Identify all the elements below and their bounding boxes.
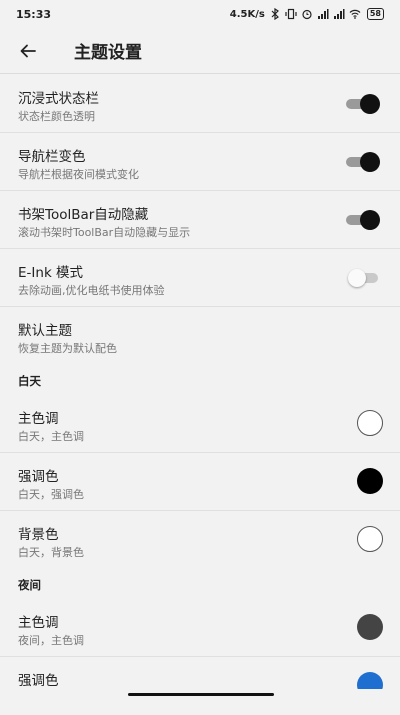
setting-navbar-color[interactable]: 导航栏变色 导航栏根据夜间模式变化 [0, 133, 400, 191]
setting-subtitle: 白天，主色调 [18, 430, 84, 443]
color-swatch[interactable] [357, 526, 383, 552]
setting-title: 主色调 [18, 615, 59, 631]
setting-subtitle: 夜间，主色调 [18, 634, 84, 647]
vibrate-icon [285, 8, 297, 20]
section-header-night: 夜间 [0, 569, 400, 599]
setting-subtitle: 去除动画,优化电纸书使用体验 [18, 284, 165, 297]
day-accent-color[interactable]: 强调色 白天，强调色 [0, 453, 400, 511]
network-speed: 4.5K/s [229, 8, 265, 20]
navbar-color-switch[interactable] [346, 152, 380, 172]
setting-subtitle: 恢复主题为默认配色 [18, 342, 117, 355]
setting-subtitle: 滚动书架时ToolBar自动隐藏与显示 [18, 226, 191, 239]
setting-immersive-statusbar[interactable]: 沉浸式状态栏 状态栏颜色透明 [0, 75, 400, 133]
setting-title: 背景色 [18, 527, 59, 543]
status-icons: 4.5K/s 58 [230, 8, 384, 20]
color-swatch[interactable] [357, 614, 383, 640]
setting-title: 导航栏变色 [18, 149, 86, 165]
setting-subtitle: 导航栏根据夜间模式变化 [18, 168, 139, 181]
toolbar-autohide-switch[interactable] [346, 210, 380, 230]
status-bar: 15:33 4.5K/s 58 [0, 0, 400, 28]
section-header-day: 白天 [0, 365, 400, 395]
alarm-icon [302, 9, 312, 20]
setting-title: 默认主题 [18, 323, 72, 339]
setting-title: E-Ink 模式 [18, 265, 84, 281]
setting-title: 书架ToolBar自动隐藏 [18, 207, 149, 223]
setting-subtitle: 白天，背景色 [18, 546, 84, 559]
setting-subtitle: 状态栏颜色透明 [18, 110, 95, 123]
setting-eink-mode[interactable]: E-Ink 模式 去除动画,优化电纸书使用体验 [0, 249, 400, 307]
signal-icon [317, 9, 329, 19]
back-button[interactable] [0, 28, 56, 74]
bluetooth-icon [271, 8, 279, 20]
setting-title: 强调色 [18, 673, 59, 689]
night-accent-color[interactable]: 强调色 [0, 657, 400, 715]
setting-title: 主色调 [18, 411, 59, 427]
eink-mode-switch[interactable] [346, 268, 380, 288]
wifi-icon [349, 9, 361, 19]
section-title: 夜间 [18, 578, 41, 592]
night-primary-color[interactable]: 主色调 夜间，主色调 [0, 599, 400, 657]
settings-list: 沉浸式状态栏 状态栏颜色透明 导航栏变色 导航栏根据夜间模式变化 书架ToolB… [0, 75, 400, 715]
arrow-left-icon [20, 44, 36, 57]
setting-toolbar-autohide[interactable]: 书架ToolBar自动隐藏 滚动书架时ToolBar自动隐藏与显示 [0, 191, 400, 249]
color-swatch[interactable] [357, 468, 383, 494]
setting-title: 强调色 [18, 469, 59, 485]
day-background-color[interactable]: 背景色 白天，背景色 [0, 511, 400, 569]
signal-icon-2 [333, 9, 345, 19]
setting-title: 沉浸式状态栏 [18, 91, 99, 107]
day-primary-color[interactable]: 主色调 白天，主色调 [0, 395, 400, 453]
page-title: 主题设置 [74, 43, 142, 63]
status-time: 15:33 [16, 7, 52, 21]
color-swatch[interactable] [357, 410, 383, 436]
app-bar: 主题设置 [0, 28, 400, 74]
setting-subtitle: 白天，强调色 [18, 488, 84, 501]
home-gesture-handle[interactable] [128, 693, 274, 696]
battery-icon: 58 [366, 8, 384, 20]
setting-default-theme[interactable]: 默认主题 恢复主题为默认配色 [0, 307, 400, 365]
immersive-statusbar-switch[interactable] [346, 94, 380, 114]
section-title: 白天 [18, 374, 41, 388]
system-nav-bar [0, 689, 400, 703]
